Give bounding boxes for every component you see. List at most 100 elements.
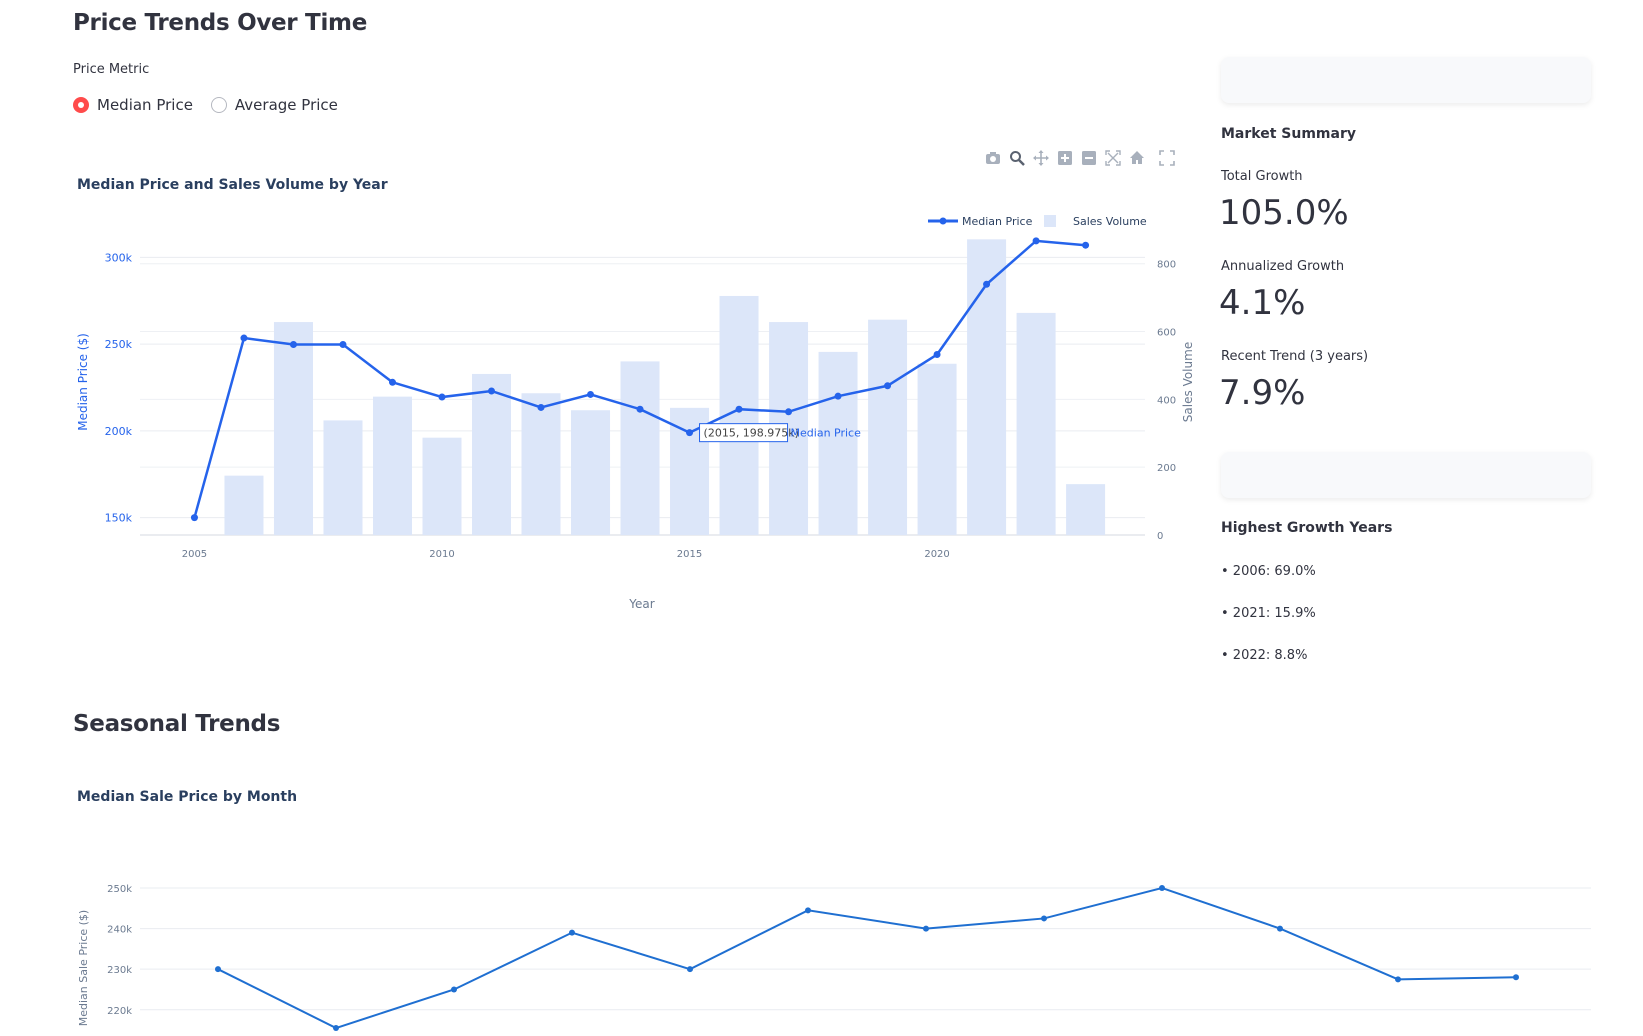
radio-unselected-indicator <box>210 97 227 113</box>
point-monthly-price <box>1277 925 1283 932</box>
metric-value-recent-trend: 7.9% <box>1219 373 1306 413</box>
bar-sales-volume <box>1016 312 1056 535</box>
summary-card-top <box>1221 57 1591 103</box>
point-median-price <box>339 340 347 348</box>
x-tick-label: 2005 <box>182 549 207 560</box>
y-tick-label: 230k <box>107 965 132 976</box>
legend-item-median-price: Median Price <box>962 215 1033 228</box>
bar-sales-volume <box>868 319 908 535</box>
radio-selected-indicator <box>73 97 89 113</box>
radio-median-price[interactable]: Median Price <box>73 96 193 114</box>
hover-tooltip-series: Median Price <box>791 427 862 440</box>
bar-sales-volume <box>1066 484 1106 535</box>
point-monthly-price <box>805 907 811 914</box>
y-tick-label: 250k <box>105 338 133 351</box>
chart1-x-ticks: 2005 2010 2015 2020 <box>182 549 950 560</box>
point-median-price <box>884 382 892 390</box>
zoom-icon[interactable] <box>1009 150 1025 166</box>
y2-tick-label: 600 <box>1157 328 1176 339</box>
point-monthly-price <box>923 925 929 932</box>
bar-sales-volume <box>224 475 264 535</box>
y2-tick-label: 400 <box>1157 395 1176 406</box>
point-monthly-price <box>333 1025 339 1032</box>
point-monthly-price <box>1041 915 1047 922</box>
chart1-legend[interactable]: Median Price Sales Volume <box>928 215 1147 228</box>
growth-year-item: • 2021: 15.9% <box>1221 606 1316 621</box>
fullscreen-icon[interactable] <box>1159 150 1175 166</box>
metric-value-total-growth: 105.0% <box>1219 193 1349 233</box>
x-tick-label: 2015 <box>677 549 702 560</box>
point-median-price <box>587 390 595 398</box>
point-median-price <box>686 429 694 437</box>
chart2-y-axis-label: Median Sale Price ($) <box>77 910 90 1026</box>
zoom-out-icon[interactable] <box>1081 150 1097 166</box>
point-monthly-price <box>1395 976 1401 983</box>
radio-label: Average Price <box>234 96 338 114</box>
yearly-price-volume-chart[interactable]: 150k200k250k300k 0200400600800 2005 2010 2… <box>0 200 1200 620</box>
bar-sales-volume <box>323 420 363 535</box>
point-median-price <box>834 392 842 400</box>
point-monthly-price <box>569 929 575 936</box>
hover-tooltip-text: (2015, 198.975k) <box>704 427 799 440</box>
market-summary-title: Market Summary <box>1221 126 1356 142</box>
bar-sales-volume <box>620 361 660 535</box>
monthly-price-chart[interactable]: 220k 230k 240k 250k Median Sale Price ($) <box>0 840 1643 1036</box>
point-monthly-price <box>1513 974 1519 981</box>
bar-sales-volume <box>521 393 561 535</box>
y2-tick-label: 800 <box>1157 260 1176 271</box>
section-title-price-trends: Price Trends Over Time <box>73 10 367 36</box>
metric-label-annualized-growth: Annualized Growth <box>1221 259 1345 274</box>
monthly-price-line <box>217 886 1517 1030</box>
pan-icon[interactable] <box>1033 150 1049 166</box>
home-icon[interactable] <box>1129 150 1145 166</box>
y-tick-label: 150k <box>105 512 133 525</box>
summary-card-bottom <box>1221 452 1591 498</box>
bar-sales-volume <box>273 322 313 535</box>
bar-sales-volume <box>818 351 858 535</box>
metric-value-annualized-growth: 4.1% <box>1219 283 1306 323</box>
highest-growth-title: Highest Growth Years <box>1221 520 1393 536</box>
point-monthly-price <box>451 986 457 993</box>
point-median-price <box>289 340 297 348</box>
growth-year-item: • 2022: 8.8% <box>1221 648 1308 663</box>
chart-title-yearly: Median Price and Sales Volume by Year <box>77 177 388 193</box>
bar-sales-volume <box>422 437 462 535</box>
chart2-points <box>215 885 1519 1032</box>
chart1-bars <box>224 239 1106 535</box>
growth-year-item: • 2006: 69.0% <box>1221 564 1316 579</box>
chart1-y-ticks: 150k 200k 250k 300k <box>105 251 133 524</box>
bar-sales-volume <box>917 363 957 535</box>
price-metric-label: Price Metric <box>73 62 150 77</box>
bar-sales-volume <box>372 396 412 535</box>
radio-average-price[interactable]: Average Price <box>210 96 338 114</box>
camera-icon[interactable] <box>985 150 1001 166</box>
legend-item-sales-volume: Sales Volume <box>1073 215 1147 228</box>
chart1-y2-axis-label: Sales Volume <box>1181 342 1195 422</box>
legend-bar-swatch <box>1044 215 1056 227</box>
hover-tooltip: (2015, 198.975k) Median Price <box>699 423 862 443</box>
price-metric-radio-group: Median Price Average Price <box>73 96 338 114</box>
zoom-in-icon[interactable] <box>1057 150 1073 166</box>
y2-tick-label: 0 <box>1157 531 1163 542</box>
metric-label-total-growth: Total Growth <box>1221 169 1303 184</box>
autoscale-icon[interactable] <box>1105 150 1121 166</box>
radio-label: Median Price <box>97 96 193 114</box>
y-tick-label: 200k <box>105 425 133 438</box>
point-median-price <box>190 514 198 522</box>
chart1-x-axis-label: Year <box>628 597 654 611</box>
chart1-y-axis-label: Median Price ($) <box>76 333 90 431</box>
point-median-price <box>388 378 396 386</box>
chart-modebar <box>985 150 1175 166</box>
point-median-price <box>537 403 545 411</box>
chart1-y2-ticks: 0 200 400 600 800 <box>1157 260 1176 542</box>
point-median-price <box>1032 237 1040 245</box>
point-monthly-price <box>1159 885 1165 891</box>
point-median-price <box>438 393 446 401</box>
chart-title-monthly: Median Sale Price by Month <box>77 789 298 805</box>
point-median-price <box>636 405 644 413</box>
point-monthly-price <box>215 966 221 973</box>
point-median-price <box>1082 241 1090 249</box>
y-tick-label: 240k <box>107 925 132 936</box>
metric-label-recent-trend: Recent Trend (3 years) <box>1221 349 1369 364</box>
chart2-gridlines <box>140 887 1591 1011</box>
